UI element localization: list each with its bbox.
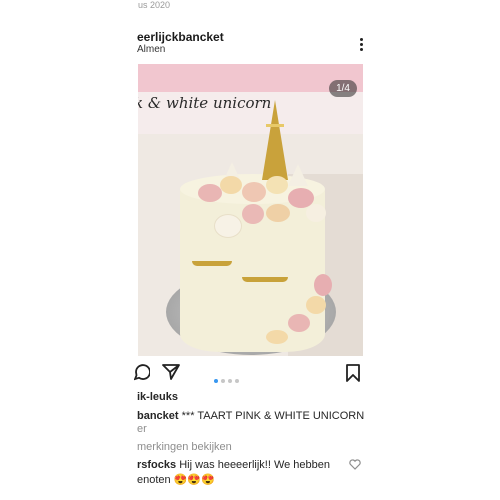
- horn-stripe: [266, 124, 284, 127]
- unicorn-eyelash-left: [192, 261, 232, 266]
- caption-more[interactable]: er: [137, 423, 147, 435]
- flower: [242, 182, 266, 202]
- carousel-dot: [235, 379, 239, 383]
- comment-text: Hij was heeeerlijk!! We hebben: [176, 459, 331, 471]
- flower: [266, 204, 290, 222]
- image-text: k & white unicorn: [138, 94, 272, 112]
- flower: [306, 296, 326, 314]
- flower: [306, 204, 326, 222]
- bookmark-icon[interactable]: [346, 364, 360, 382]
- more-options-icon[interactable]: [356, 38, 366, 54]
- top-date: us 2020: [138, 0, 171, 10]
- flower: [266, 330, 288, 344]
- post-location[interactable]: Almen: [137, 44, 165, 55]
- flower: [314, 274, 332, 296]
- unicorn-eyelash-right: [242, 277, 288, 282]
- post-image[interactable]: k & white unicorn 1/4: [138, 64, 363, 356]
- carousel-indicator: [214, 370, 242, 388]
- image-counter: 1/4: [329, 80, 357, 97]
- flower: [266, 176, 288, 194]
- caption-username[interactable]: bancket: [137, 410, 179, 422]
- carousel-dot-active: [214, 379, 218, 383]
- flower: [242, 204, 264, 224]
- comment-icon[interactable]: [134, 363, 150, 381]
- flower: [220, 176, 242, 194]
- comment-line2: enoten 😍😍😍: [137, 474, 215, 486]
- unicorn-ear-right: [288, 164, 308, 186]
- carousel-dot: [221, 379, 225, 383]
- caption-text: *** TAART PINK & WHITE UNICORN: [178, 410, 365, 422]
- likes-line[interactable]: ik-leuks: [137, 391, 178, 403]
- view-comments-link[interactable]: merkingen bekijken: [137, 441, 232, 453]
- unicorn-horn: [262, 100, 288, 180]
- send-icon[interactable]: [162, 363, 180, 381]
- carousel-dot: [228, 379, 232, 383]
- comment: rsfocks Hij was heeeerlijk!! We hebben: [137, 459, 330, 471]
- flower: [198, 184, 222, 202]
- caption: bancket *** TAART PINK & WHITE UNICORN: [137, 410, 364, 422]
- flower: [288, 314, 310, 332]
- post-action-bar: [134, 362, 364, 384]
- post-username[interactable]: eerlijckbancket: [137, 30, 224, 44]
- flower: [214, 214, 242, 238]
- heart-icon[interactable]: [349, 459, 361, 470]
- comment-username[interactable]: rsfocks: [137, 459, 176, 471]
